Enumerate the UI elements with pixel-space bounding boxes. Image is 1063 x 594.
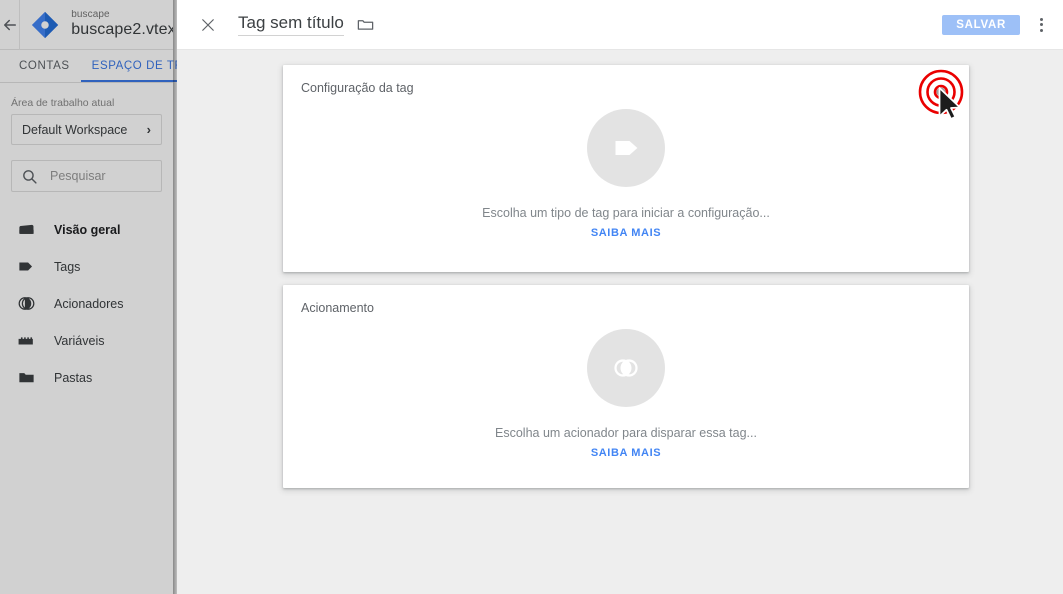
save-button[interactable]: SALVAR [942,14,1020,35]
drawer-nav: Visão geral Tags Acionadores Variáveis P… [0,211,173,396]
search-icon [23,169,37,184]
workspace-name: Default Workspace [22,122,128,137]
sidebar-item-visao-geral[interactable]: Visão geral [0,211,173,248]
card-hint: Escolha um tipo de tag para iniciar a co… [482,206,770,220]
workspace-selector[interactable]: Default Workspace › [11,114,162,145]
trigger-glyph [614,359,638,377]
chevron-right-icon: › [146,122,151,137]
sidebar-item-label: Visão geral [54,222,121,237]
close-button[interactable] [195,12,221,38]
drawer-header: buscape buscape2.vtexcommerce.com.br [0,0,173,50]
panel-header-actions: SALVAR [942,10,1055,40]
sidebar-item-tags[interactable]: Tags [0,248,173,285]
card-title: Configuração da tag [301,81,414,95]
tag-title-group: Tag sem título [238,13,375,37]
kebab-dot [1039,28,1043,32]
overview-icon [17,220,36,239]
trigger-icon [17,294,36,313]
kebab-dot [1039,23,1043,26]
tag-config-placeholder: Escolha um tipo de tag para iniciar a co… [283,109,969,239]
kebab-menu-icon[interactable] [1029,10,1053,40]
trigger-circles-icon [587,329,665,407]
variables-icon [17,331,36,350]
container-name: buscape2.vtexcommerce.com.br [71,20,173,38]
account-name: buscape [71,10,110,21]
app-root: buscape buscape2.vtexcommerce.com.br CON… [0,0,1063,594]
tag-configuration-card[interactable]: Configuração da tag Escolha um tipo de t… [283,65,969,272]
gtm-diamond-logo [32,11,59,38]
trigger-card[interactable]: Acionamento Escolha um acionador para di… [283,285,969,488]
workspace-section-label: Área de trabalho atual [11,97,115,109]
account-brand[interactable]: buscape buscape2.vtexcommerce.com.br [20,10,173,40]
tag-editor-panel: Tag sem título SALVAR Configuração da ta… [177,0,1063,594]
trigger-placeholder: Escolha um acionador para disparar essa … [283,329,969,459]
drawer-tabs: CONTAS ESPAÇO DE TRABALHO [0,50,245,83]
tag-glyph [615,141,638,155]
tag-icon [17,257,36,276]
search-box[interactable]: Pesquisar [11,160,162,192]
sidebar-item-variaveis[interactable]: Variáveis [0,322,173,359]
back-arrow-icon [3,19,16,30]
folder-icon[interactable] [356,15,375,34]
learn-more-link[interactable]: SAIBA MAIS [591,447,661,459]
search-input[interactable]: Pesquisar [50,169,106,183]
panel-body: Configuração da tag Escolha um tipo de t… [177,50,1063,594]
sidebar-item-label: Acionadores [54,296,124,311]
panel-header: Tag sem título SALVAR [177,0,1063,50]
sidebar-item-label: Variáveis [54,333,105,348]
sidebar-item-acionadores[interactable]: Acionadores [0,285,173,322]
tag-shape-icon [587,109,665,187]
folder-icon [17,368,36,387]
kebab-dot [1039,17,1043,21]
tab-contas[interactable]: CONTAS [8,50,81,82]
card-title: Acionamento [301,301,374,315]
back-button[interactable] [0,0,21,50]
sidebar-item-label: Pastas [54,370,93,385]
card-hint: Escolha um acionador para disparar essa … [495,426,757,440]
sidebar-item-pastas[interactable]: Pastas [0,359,173,396]
learn-more-link[interactable]: SAIBA MAIS [591,227,661,239]
tag-name-input[interactable]: Tag sem título [238,13,344,37]
left-drawer: buscape buscape2.vtexcommerce.com.br CON… [0,0,245,594]
close-icon [202,18,214,31]
sidebar-item-label: Tags [54,259,81,274]
